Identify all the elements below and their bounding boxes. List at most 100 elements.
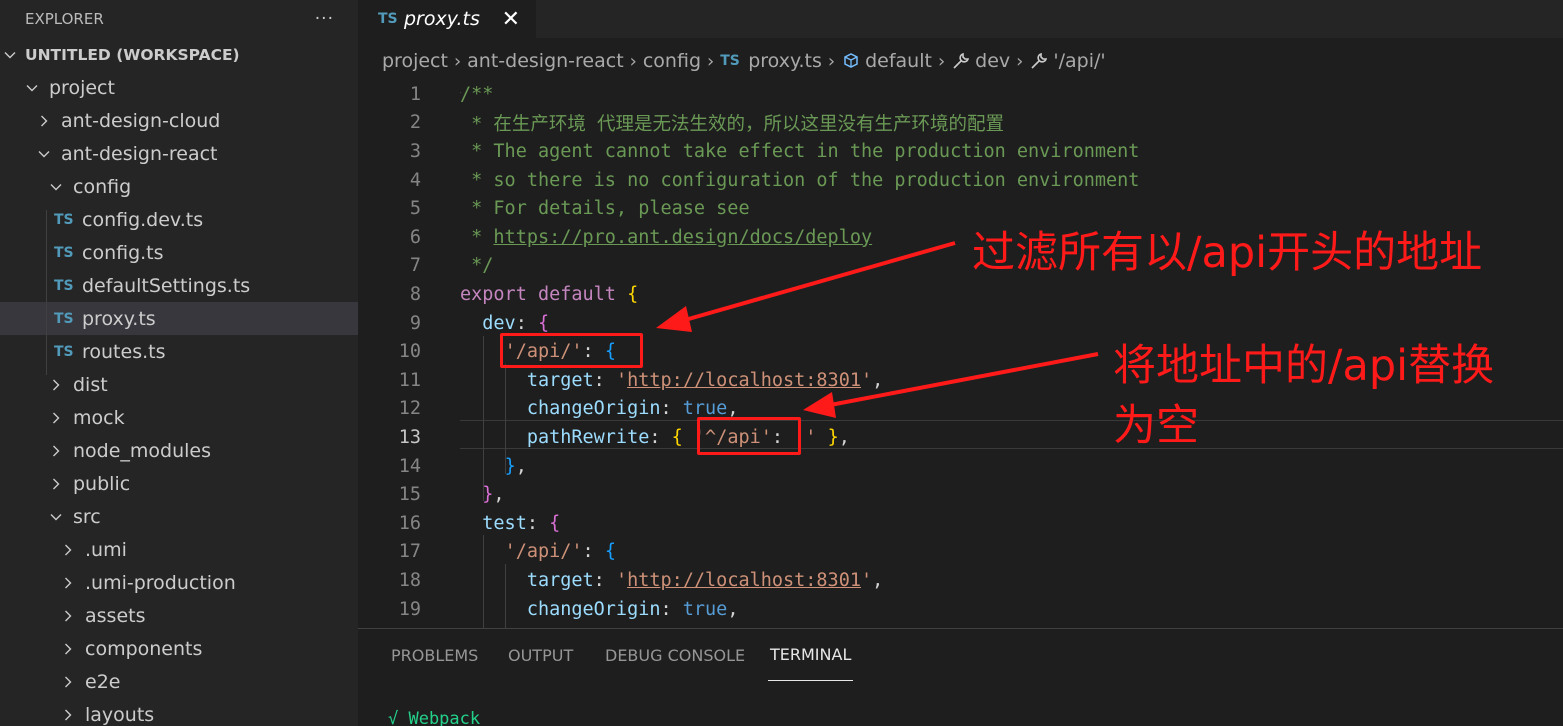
tree-item-label: layouts <box>85 703 155 726</box>
chevron-right-icon <box>37 114 51 128</box>
breadcrumb-config[interactable]: config <box>643 50 701 72</box>
tab-problems[interactable]: PROBLEMS <box>391 629 478 681</box>
folder-item[interactable]: src <box>0 500 358 533</box>
folder-item[interactable]: e2e <box>0 665 358 698</box>
tree-item-label: config.ts <box>82 241 164 264</box>
chevron-right-icon: › <box>827 50 836 72</box>
tab-terminal[interactable]: TERMINAL <box>768 629 854 681</box>
code-line: 2 * 在生产环境 代理是无法生效的，所以这里没有生产环境的配置 <box>358 109 1563 138</box>
terminal-output[interactable]: √ Webpack <box>388 709 480 726</box>
folder-item[interactable]: layouts <box>0 698 358 726</box>
typescript-file-icon: TS <box>54 244 74 261</box>
tree-item-label: config <box>73 175 132 198</box>
code-line: 3 * The agent cannot take effect in the … <box>358 137 1563 166</box>
folder-item[interactable]: .umi <box>0 533 358 566</box>
typescript-file-icon: TS <box>54 310 74 327</box>
annotation-label-rewrite-2: 为空 <box>1113 401 1199 451</box>
chevron-right-icon <box>61 642 75 656</box>
tab-proxy-ts[interactable]: TS proxy.ts ✕ <box>358 0 536 38</box>
code-line: 1/** <box>358 80 1563 109</box>
line-number: 11 <box>398 369 421 391</box>
folder-item[interactable]: project <box>0 71 358 104</box>
code-line: 12 changeOrigin: true, <box>358 395 1563 424</box>
tab-debug-console[interactable]: DEBUG CONSOLE <box>605 629 745 681</box>
wrench-icon <box>951 51 971 71</box>
workspace-header[interactable]: UNTITLED (WORKSPACE) <box>0 38 358 71</box>
folder-item[interactable]: assets <box>0 599 358 632</box>
line-number: 9 <box>409 312 421 334</box>
explorer-header: EXPLORER ··· <box>0 0 358 38</box>
indent-guide <box>46 210 47 375</box>
chevron-right-icon: › <box>629 50 637 72</box>
line-number: 15 <box>398 484 421 506</box>
breadcrumb-file[interactable]: proxy.ts <box>748 50 822 72</box>
chevron-down-icon <box>49 180 63 194</box>
file-item[interactable]: TS config.ts <box>0 236 358 269</box>
chevron-right-icon <box>61 609 75 623</box>
bottom-panel: PROBLEMS OUTPUT DEBUG CONSOLE TERMINAL √… <box>358 628 1563 726</box>
chevron-right-icon <box>49 444 63 458</box>
tree-item-label: components <box>85 637 203 660</box>
chevron-right-icon: › <box>707 50 715 72</box>
folder-item[interactable]: mock <box>0 401 358 434</box>
module-symbol-icon <box>841 51 861 71</box>
close-icon[interactable]: ✕ <box>502 7 520 32</box>
folder-item[interactable]: ant-design-cloud <box>0 104 358 137</box>
chevron-right-icon <box>61 576 75 590</box>
breadcrumb-symbol-default[interactable]: default <box>865 50 932 72</box>
tree-item-label: defaultSettings.ts <box>82 274 251 297</box>
folder-item[interactable]: dist <box>0 368 358 401</box>
chevron-right-icon <box>61 543 75 557</box>
chevron-right-icon <box>61 708 75 722</box>
chevron-down-icon <box>25 81 39 95</box>
code-line: 16 test: { <box>358 509 1563 538</box>
workspace-label: UNTITLED (WORKSPACE) <box>25 45 240 64</box>
tree-item-label: project <box>49 76 115 99</box>
code-line: 4 * so there is no configuration of the … <box>358 166 1563 195</box>
more-actions-icon[interactable]: ··· <box>315 9 334 29</box>
folder-item[interactable]: node_modules <box>0 434 358 467</box>
line-number: 5 <box>409 198 421 220</box>
line-number: 8 <box>409 283 421 305</box>
folder-item[interactable]: ant-design-react <box>0 137 358 170</box>
code-line: 13 pathRewrite: { '^/api': '' }, <box>358 423 1563 452</box>
explorer-sidebar: EXPLORER ··· UNTITLED (WORKSPACE) projec… <box>0 0 358 726</box>
annotation-box-path-rewrite <box>697 417 801 455</box>
tree-item-label: ant-design-react <box>61 142 218 165</box>
tree-item-label: dist <box>73 373 108 396</box>
docs-link[interactable]: https://pro.ant.design/docs/deploy <box>493 227 872 248</box>
chevron-right-icon <box>49 477 63 491</box>
file-item[interactable]: TS routes.ts <box>0 335 358 368</box>
file-item[interactable]: TS defaultSettings.ts <box>0 269 358 302</box>
breadcrumb-project[interactable]: project <box>382 50 448 72</box>
chevron-down-icon <box>37 147 51 161</box>
tab-label: proxy.ts <box>404 8 480 30</box>
wrench-icon <box>1029 51 1049 71</box>
tree-item-label: proxy.ts <box>82 307 156 330</box>
breadcrumb-ant-design-react[interactable]: ant-design-react <box>467 50 624 72</box>
breadcrumb-symbol-dev[interactable]: dev <box>975 50 1010 72</box>
explorer-title: EXPLORER <box>25 10 104 28</box>
line-number: 10 <box>398 341 421 363</box>
line-number: 2 <box>409 112 421 134</box>
tree-item-label: src <box>73 505 101 528</box>
chevron-down-icon <box>49 510 63 524</box>
tab-output[interactable]: OUTPUT <box>508 629 573 681</box>
tree-item-label: public <box>73 472 131 495</box>
annotation-box-api-key <box>500 333 643 368</box>
file-item[interactable]: TS proxy.ts <box>0 302 358 335</box>
tree-item-label: .umi-production <box>85 571 236 594</box>
folder-item[interactable]: .umi-production <box>0 566 358 599</box>
folder-item[interactable]: components <box>0 632 358 665</box>
typescript-file-icon: TS <box>54 343 74 360</box>
annotation-label-filter: 过滤所有以/api开头的地址 <box>972 228 1483 278</box>
file-item[interactable]: TS config.dev.ts <box>0 203 358 236</box>
code-line: 8 export default { <box>358 280 1563 309</box>
folder-item[interactable]: config <box>0 170 358 203</box>
folder-item[interactable]: public <box>0 467 358 500</box>
breadcrumb-symbol-api[interactable]: '/api/' <box>1053 50 1105 72</box>
code-line: 19 changeOrigin: true, <box>358 595 1563 624</box>
typescript-file-icon: TS <box>378 11 398 27</box>
chevron-right-icon: › <box>937 50 946 72</box>
line-number: 4 <box>409 169 421 191</box>
